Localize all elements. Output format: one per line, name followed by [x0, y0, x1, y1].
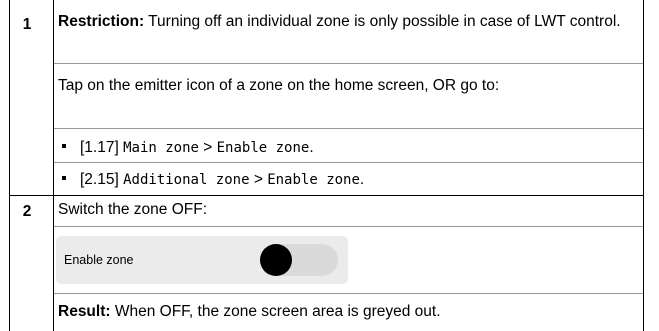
- result-note: Result: When OFF, the zone screen area i…: [58, 301, 638, 323]
- restriction-label: Restriction:: [58, 13, 145, 30]
- step-number: 2: [22, 203, 32, 220]
- table-column-divider: [53, 0, 54, 331]
- menu-reference: [1.17]: [80, 139, 119, 156]
- list-item: [1.17] Main zone > Enable zone.: [58, 137, 638, 159]
- enable-zone-toggle[interactable]: [260, 244, 338, 276]
- breadcrumb-separator: >: [249, 171, 268, 188]
- toggle-knob: [260, 244, 292, 276]
- bullet-icon: [62, 144, 66, 149]
- row-separator: [54, 293, 643, 294]
- result-label: Result:: [58, 303, 111, 320]
- bullet-icon: [62, 176, 66, 181]
- list-item-end: .: [309, 139, 314, 156]
- menu-zone: Additional zone: [123, 172, 250, 188]
- menu-zone: Main zone: [123, 140, 199, 156]
- breadcrumb-separator: >: [198, 139, 217, 156]
- menu-setting: Enable zone: [267, 172, 360, 188]
- menu-setting: Enable zone: [216, 140, 310, 156]
- menu-reference: [2.15]: [80, 171, 119, 188]
- row-separator: [54, 226, 643, 227]
- row-separator: [54, 128, 643, 129]
- table-row-divider: [9, 195, 644, 196]
- result-text: When OFF, the zone screen area is greyed…: [110, 303, 441, 320]
- row-separator: [54, 63, 643, 64]
- table-right-border: [643, 0, 644, 331]
- step-instruction: Tap on the emitter icon of a zone on the…: [58, 77, 500, 94]
- restriction-text: Turning off an individual zone is only p…: [144, 13, 621, 30]
- enable-zone-setting: Enable zone: [56, 236, 348, 284]
- instruction-table: 1 Restriction: Turning off an individual…: [0, 0, 659, 331]
- step-number: 1: [22, 16, 32, 33]
- list-item-end: .: [359, 171, 365, 188]
- step-instruction: Switch the zone OFF:: [58, 201, 208, 218]
- list-item: [2.15] Additional zone > Enable zone.: [58, 169, 638, 191]
- row-separator: [54, 162, 643, 163]
- restriction-note: Restriction: Turning off an individual z…: [58, 11, 638, 33]
- table-left-border: [9, 0, 10, 331]
- setting-label: Enable zone: [64, 253, 134, 267]
